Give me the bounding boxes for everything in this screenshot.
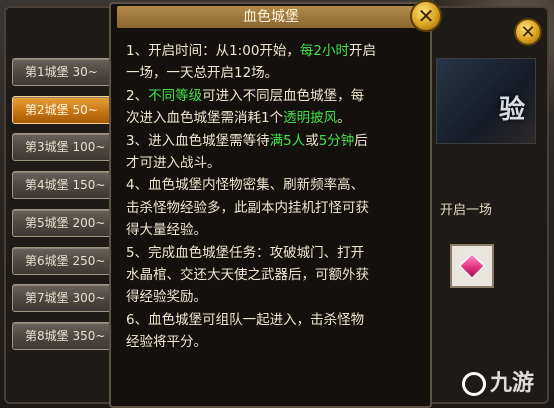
tooltip-text: 或 <box>305 132 319 149</box>
tooltip-text: 得大量经验。 <box>126 222 207 239</box>
castle-button-2[interactable]: 第2城堡 50~ <box>12 95 112 124</box>
schedule-text: 开启一场 <box>440 203 493 218</box>
tooltip-text: 。 <box>337 110 351 127</box>
tooltip-line: 3、进入血色城堡需等待满5人或5分钟后 <box>126 130 426 152</box>
close-icon: ✕ <box>520 21 536 43</box>
tooltip-title: 血色城堡 <box>243 9 299 25</box>
gem-icon <box>459 253 485 279</box>
highlight-text: 每2小时 <box>299 43 349 59</box>
tooltip-text: 6、血色城堡可组队一起进入，击杀怪物 <box>126 311 365 328</box>
tooltip-line: 才可进入战斗。 <box>126 152 426 174</box>
watermark-text: 九游 <box>490 371 535 396</box>
highlight-text: 满5人 <box>269 132 306 149</box>
tooltip-text: 4、血色城堡内怪物密集、刷新频率高、 <box>126 177 365 194</box>
castle-button-6[interactable]: 第6城堡 250~ <box>12 246 112 275</box>
tooltip-text: 次进入血色城堡需消耗1个 <box>126 110 284 127</box>
watermark: 九游 <box>462 365 534 397</box>
tooltip-line: 5、完成血色城堡任务：攻破城门、打开 <box>126 242 426 264</box>
tooltip-text: 经验将平分。 <box>126 334 207 351</box>
tooltip-line: 得大量经验。 <box>126 219 426 241</box>
tooltip-line: 4、血色城堡内怪物密集、刷新频率高、 <box>126 174 426 196</box>
tooltip-title-bar: 血色城堡 <box>117 6 425 28</box>
tooltip-text: 5、完成血色城堡任务：攻破城门、打开 <box>126 244 365 261</box>
close-icon: ✕ <box>417 4 435 28</box>
castle-button-4[interactable]: 第4城堡 150~ <box>12 171 112 200</box>
tooltip-text: 得经验奖励。 <box>126 289 207 306</box>
castle-button-1[interactable]: 第1城堡 30~ <box>12 58 112 86</box>
tooltip-text: 后 <box>354 132 368 149</box>
tooltip-text: 开启 <box>349 43 376 59</box>
tooltip-line: 击杀怪物经验多，此副本内挂机打怪可获 <box>126 197 426 219</box>
tooltip-text: 击杀怪物经验多，此副本内挂机打怪可获 <box>126 199 369 216</box>
tooltip-line: 次进入血色城堡需消耗1个透明披风。 <box>126 107 426 129</box>
panel-close-button[interactable]: ✕ <box>514 18 542 46</box>
reward-item-slot[interactable] <box>450 244 494 288</box>
banner-text: 验 <box>498 95 525 125</box>
tooltip-text: 1、开启时间：从1:00开始， <box>126 43 300 59</box>
castle-button-7[interactable]: 第7城堡 300~ <box>12 284 112 313</box>
highlight-text: 5分钟 <box>318 132 355 149</box>
tooltip-line: 6、血色城堡可组队一起进入，击杀怪物 <box>126 309 426 331</box>
tooltip-line: 水晶棺、交还大天使之武器后，可额外获 <box>126 264 426 286</box>
tooltip-line: 一场，一天总开启12场。 <box>126 62 426 84</box>
highlight-text: 不同等级 <box>148 87 203 104</box>
tooltip-line: 1、开启时间：从1:00开始，每2小时开启 <box>126 40 426 62</box>
tooltip-text: 才可进入战斗。 <box>126 155 221 172</box>
castle-button-8[interactable]: 第8城堡 350~ <box>12 321 112 350</box>
tooltip-line: 2、不同等级可进入不同层血色城堡，每 <box>126 85 426 107</box>
castle-button-3[interactable]: 第3城堡 100~ <box>12 133 112 162</box>
highlight-text: 透明披风 <box>283 110 338 127</box>
tooltip-text: 水晶棺、交还大天使之武器后，可额外获 <box>126 267 369 284</box>
castle-banner-image: 验 <box>436 58 536 144</box>
castle-button-5[interactable]: 第5城堡 200~ <box>12 208 112 237</box>
tooltip-line: 得经验奖励。 <box>126 286 426 308</box>
tooltip-close-button[interactable]: ✕ <box>410 0 442 32</box>
tooltip-line: 经验将平分。 <box>126 331 426 353</box>
tooltip-text: 2、 <box>126 87 149 104</box>
tooltip-text: 可进入不同层血色城堡，每 <box>202 87 365 104</box>
tooltip-body: 1、开启时间：从1:00开始，每2小时开启一场，一天总开启12场。 2、不同等级可… <box>126 40 426 354</box>
tooltip-text: 3、进入血色城堡需等待 <box>126 132 270 149</box>
tooltip-text: 一场，一天总开启12场。 <box>126 65 279 82</box>
watermark-logo-icon <box>462 372 486 396</box>
